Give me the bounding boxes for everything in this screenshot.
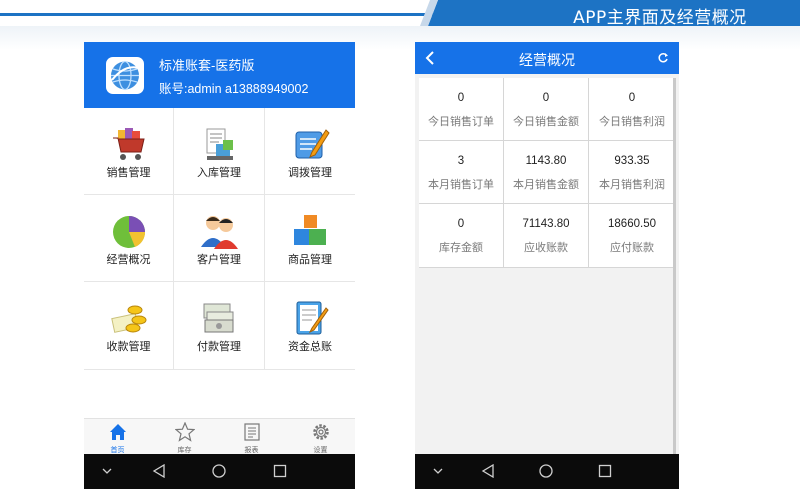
stats-grid: 0 今日销售订单 0 今日销售金额 0 今日销售利润 3 本月销售订单 1143… [419, 78, 675, 268]
module-ledger[interactable]: 资金总账 [265, 282, 355, 370]
back-triangle-icon[interactable] [481, 464, 495, 478]
refresh-icon[interactable] [657, 52, 669, 64]
chevron-down-icon[interactable] [102, 467, 112, 475]
customers-icon [201, 216, 238, 249]
module-stock-in[interactable]: 入库管理 [174, 108, 265, 195]
shopping-cart-icon [112, 128, 145, 160]
business-overview-screen: 经营概况 0 今日销售订单 0 今日销售金额 0 今日销售利润 3 本月销售订单 [415, 42, 679, 489]
stat-inventory-amount[interactable]: 0 库存金额 [419, 204, 504, 268]
gear-icon [312, 424, 329, 440]
stat-value: 0 [457, 218, 465, 230]
scrollbar[interactable] [673, 78, 676, 454]
stat-value: 1143.80 [525, 155, 567, 167]
stat-label: 本月销售金额 [513, 179, 579, 191]
recents-square-icon[interactable] [273, 464, 287, 478]
module-label: 销售管理 [106, 167, 151, 179]
top-banner: APP主界面及经营概况 [0, 0, 800, 28]
tab-settings[interactable]: 设置 [287, 419, 354, 455]
stat-value: 18660.50 [608, 218, 656, 230]
module-label: 收款管理 [106, 341, 151, 353]
stat-label: 今日销售金额 [513, 116, 579, 128]
ledger-icon [296, 301, 329, 335]
main-menu-screen: 标准账套-医药版 账号:admin a13888949002 销售管理 入库管理… [84, 42, 355, 489]
stat-label: 应收账款 [524, 242, 568, 254]
android-nav-bar [415, 454, 679, 489]
home-circle-icon[interactable] [539, 464, 553, 478]
module-grid: 销售管理 入库管理 调拨管理 经营概况 客户管理 商品管理 收款管理 付款管理 … [84, 108, 355, 370]
stat-value: 933.35 [614, 155, 650, 167]
chevron-down-icon[interactable] [433, 467, 443, 475]
account-id: 账号:admin a13888949002 [159, 82, 309, 96]
account-name: 标准账套-医药版 [159, 58, 255, 73]
module-label: 调拨管理 [288, 167, 332, 179]
page-title: 经营概况 [519, 52, 575, 68]
module-label: 入库管理 [197, 167, 241, 179]
module-business-overview[interactable]: 经营概况 [84, 195, 174, 282]
stat-today-amount[interactable]: 0 今日销售金额 [504, 78, 589, 141]
module-label: 付款管理 [197, 341, 241, 353]
tab-reports[interactable]: 报表 [218, 419, 285, 455]
stat-value: 0 [542, 92, 550, 104]
products-icon [294, 215, 326, 245]
overview-body: 0 今日销售订单 0 今日销售金额 0 今日销售利润 3 本月销售订单 1143… [415, 74, 679, 454]
report-icon [243, 423, 260, 441]
stat-payables[interactable]: 18660.50 应付账款 [589, 204, 675, 268]
tab-home[interactable]: 首页 [84, 419, 151, 455]
stat-label: 本月销售订单 [428, 179, 494, 191]
star-icon [174, 422, 195, 442]
banner-title: APP主界面及经营概况 [573, 8, 747, 28]
globe-logo-icon [106, 57, 144, 94]
home-icon [109, 424, 126, 440]
stock-in-icon [206, 128, 233, 160]
stat-label: 本月销售利润 [599, 179, 665, 191]
module-label: 经营概况 [106, 254, 151, 266]
home-circle-icon[interactable] [212, 464, 226, 478]
stat-receivables[interactable]: 71143.80 应收账款 [504, 204, 589, 268]
stat-label: 应付账款 [610, 242, 654, 254]
module-collections[interactable]: 收款管理 [84, 282, 174, 370]
stat-label: 库存金额 [439, 242, 483, 254]
stat-value: 0 [457, 92, 465, 104]
stat-month-orders[interactable]: 3 本月销售订单 [419, 141, 504, 204]
stat-month-amount[interactable]: 1143.80 本月销售金额 [504, 141, 589, 204]
cash-icon [203, 303, 234, 333]
stat-value: 3 [457, 155, 465, 167]
module-label: 客户管理 [197, 254, 241, 266]
recents-square-icon[interactable] [598, 464, 612, 478]
stat-value: 71143.80 [522, 218, 570, 230]
transfer-icon [295, 129, 330, 159]
android-nav-bar [84, 454, 355, 489]
module-label: 商品管理 [288, 254, 332, 266]
overview-header: 经营概况 [415, 42, 679, 74]
account-header: 标准账套-医药版 账号:admin a13888949002 [84, 42, 355, 108]
back-triangle-icon[interactable] [152, 464, 166, 478]
coins-icon [110, 305, 146, 333]
pie-chart-icon [112, 216, 145, 248]
module-payments[interactable]: 付款管理 [174, 282, 265, 370]
stat-label: 今日销售订单 [428, 116, 494, 128]
stat-value: 0 [628, 92, 636, 104]
module-transfer[interactable]: 调拨管理 [265, 108, 355, 195]
module-products[interactable]: 商品管理 [265, 195, 355, 282]
tab-inventory[interactable]: 库存 [151, 419, 218, 455]
stat-today-profit[interactable]: 0 今日销售利润 [589, 78, 675, 141]
stat-label: 今日销售利润 [599, 116, 665, 128]
module-label: 资金总账 [288, 341, 332, 353]
bottom-tab-bar: 首页 库存 报表 设置 [84, 418, 355, 454]
stat-today-orders[interactable]: 0 今日销售订单 [419, 78, 504, 141]
module-sales[interactable]: 销售管理 [84, 108, 174, 195]
stat-month-profit[interactable]: 933.35 本月销售利润 [589, 141, 675, 204]
module-customers[interactable]: 客户管理 [174, 195, 265, 282]
